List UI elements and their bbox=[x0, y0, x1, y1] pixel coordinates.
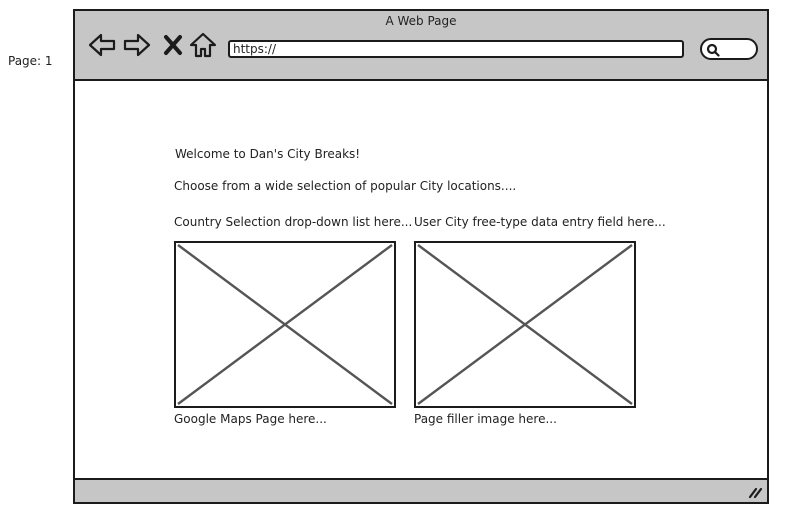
welcome-heading: Welcome to Dan's City Breaks! bbox=[175, 147, 361, 161]
browser-toolbar: A Web Page https:// bbox=[75, 11, 767, 81]
browser-window: A Web Page https:// Welcome to Dan's Cit… bbox=[73, 9, 769, 504]
back-arrow-icon[interactable] bbox=[88, 32, 116, 58]
filler-image-caption: Page filler image here... bbox=[414, 412, 557, 426]
intro-text: Choose from a wide selection of popular … bbox=[174, 179, 517, 193]
search-icon bbox=[706, 43, 720, 57]
search-button[interactable] bbox=[700, 38, 758, 60]
resize-grip-icon[interactable] bbox=[747, 485, 763, 499]
home-icon[interactable] bbox=[189, 32, 217, 58]
country-selection-label: Country Selection drop-down list here... bbox=[174, 215, 413, 229]
url-input[interactable]: https:// bbox=[228, 40, 684, 58]
google-maps-caption: Google Maps Page here... bbox=[174, 412, 327, 426]
filler-image-placeholder bbox=[414, 241, 636, 408]
page-number-label: Page: 1 bbox=[8, 54, 53, 68]
city-entry-label: User City free-type data entry field her… bbox=[414, 215, 666, 229]
forward-arrow-icon[interactable] bbox=[123, 32, 151, 58]
window-title: A Web Page bbox=[385, 14, 457, 28]
stop-x-icon[interactable] bbox=[163, 32, 183, 58]
status-bar bbox=[75, 478, 767, 502]
google-maps-image-placeholder bbox=[174, 241, 396, 408]
